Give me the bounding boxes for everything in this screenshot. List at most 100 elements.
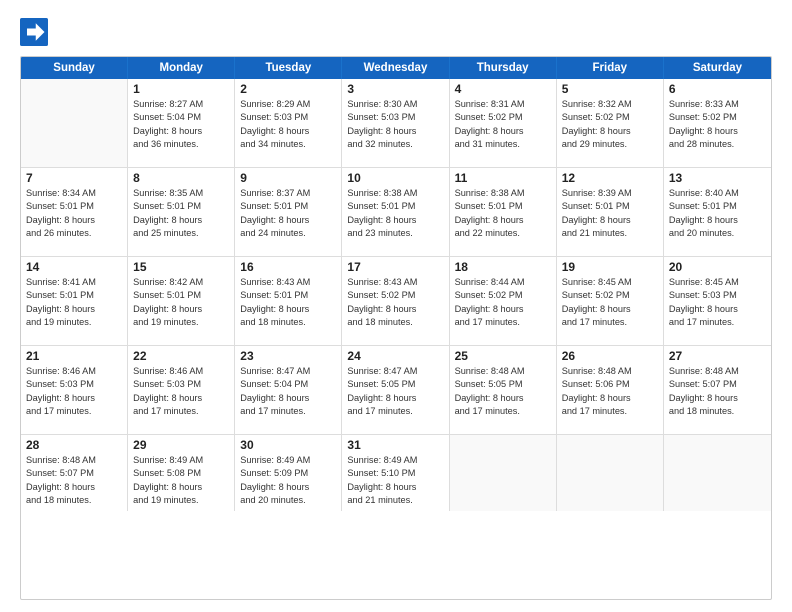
day-number: 18 bbox=[455, 260, 551, 274]
cell-line: Daylight: 8 hours bbox=[455, 392, 551, 405]
cell-line: Daylight: 8 hours bbox=[347, 303, 443, 316]
cell-line: Sunset: 5:01 PM bbox=[240, 289, 336, 302]
cell-line: and 28 minutes. bbox=[669, 138, 766, 151]
cell-line: Daylight: 8 hours bbox=[455, 214, 551, 227]
calendar-cell: 27Sunrise: 8:48 AMSunset: 5:07 PMDayligh… bbox=[664, 346, 771, 434]
day-number: 20 bbox=[669, 260, 766, 274]
cell-line: Sunrise: 8:46 AM bbox=[133, 365, 229, 378]
day-number: 30 bbox=[240, 438, 336, 452]
day-number: 1 bbox=[133, 82, 229, 96]
cell-line: and 34 minutes. bbox=[240, 138, 336, 151]
calendar-cell: 10Sunrise: 8:38 AMSunset: 5:01 PMDayligh… bbox=[342, 168, 449, 256]
day-number: 10 bbox=[347, 171, 443, 185]
cell-line: Sunrise: 8:27 AM bbox=[133, 98, 229, 111]
calendar-cell: 17Sunrise: 8:43 AMSunset: 5:02 PMDayligh… bbox=[342, 257, 449, 345]
cell-line: Sunrise: 8:34 AM bbox=[26, 187, 122, 200]
cell-line: Sunset: 5:09 PM bbox=[240, 467, 336, 480]
weekday-header: Thursday bbox=[450, 57, 557, 79]
cell-line: Sunrise: 8:49 AM bbox=[240, 454, 336, 467]
cell-line: Daylight: 8 hours bbox=[562, 125, 658, 138]
cell-line: Sunrise: 8:48 AM bbox=[26, 454, 122, 467]
cell-line: Sunrise: 8:49 AM bbox=[347, 454, 443, 467]
calendar-row: 7Sunrise: 8:34 AMSunset: 5:01 PMDaylight… bbox=[21, 168, 771, 257]
calendar-cell: 14Sunrise: 8:41 AMSunset: 5:01 PMDayligh… bbox=[21, 257, 128, 345]
cell-line: Daylight: 8 hours bbox=[240, 125, 336, 138]
day-number: 29 bbox=[133, 438, 229, 452]
cell-line: and 17 minutes. bbox=[455, 405, 551, 418]
day-number: 27 bbox=[669, 349, 766, 363]
day-number: 15 bbox=[133, 260, 229, 274]
calendar-row: 1Sunrise: 8:27 AMSunset: 5:04 PMDaylight… bbox=[21, 79, 771, 168]
calendar-cell: 19Sunrise: 8:45 AMSunset: 5:02 PMDayligh… bbox=[557, 257, 664, 345]
cell-line: Daylight: 8 hours bbox=[26, 392, 122, 405]
cell-line: Daylight: 8 hours bbox=[669, 214, 766, 227]
cell-line: and 17 minutes. bbox=[562, 405, 658, 418]
cell-line: Sunset: 5:01 PM bbox=[133, 200, 229, 213]
cell-line: and 17 minutes. bbox=[669, 316, 766, 329]
cell-line: Daylight: 8 hours bbox=[133, 481, 229, 494]
day-number: 12 bbox=[562, 171, 658, 185]
cell-line: and 24 minutes. bbox=[240, 227, 336, 240]
cell-line: and 26 minutes. bbox=[26, 227, 122, 240]
day-number: 3 bbox=[347, 82, 443, 96]
calendar-body: 1Sunrise: 8:27 AMSunset: 5:04 PMDaylight… bbox=[21, 79, 771, 511]
calendar-cell: 31Sunrise: 8:49 AMSunset: 5:10 PMDayligh… bbox=[342, 435, 449, 511]
cell-line: Sunrise: 8:43 AM bbox=[240, 276, 336, 289]
calendar-cell: 4Sunrise: 8:31 AMSunset: 5:02 PMDaylight… bbox=[450, 79, 557, 167]
cell-line: and 19 minutes. bbox=[133, 316, 229, 329]
cell-line: Daylight: 8 hours bbox=[347, 392, 443, 405]
cell-line: Sunset: 5:02 PM bbox=[562, 111, 658, 124]
calendar-cell: 18 Sunrise: 8:44 AMSunset: 5:02 PMDayligh… bbox=[450, 257, 557, 345]
calendar-cell: 28Sunrise: 8:48 AMSunset: 5:07 PMDayligh… bbox=[21, 435, 128, 511]
day-number: 26 bbox=[562, 349, 658, 363]
calendar-cell: 5Sunrise: 8:32 AMSunset: 5:02 PMDaylight… bbox=[557, 79, 664, 167]
weekday-header: Sunday bbox=[21, 57, 128, 79]
day-number: 31 bbox=[347, 438, 443, 452]
calendar-cell: 25Sunrise: 8:48 AMSunset: 5:05 PMDayligh… bbox=[450, 346, 557, 434]
calendar-cell: 26Sunrise: 8:48 AMSunset: 5:06 PMDayligh… bbox=[557, 346, 664, 434]
cell-line: Sunset: 5:08 PM bbox=[133, 467, 229, 480]
cell-line: and 17 minutes. bbox=[26, 405, 122, 418]
cell-line: Daylight: 8 hours bbox=[455, 303, 551, 316]
day-number: 21 bbox=[26, 349, 122, 363]
cell-line: Sunrise: 8:37 AM bbox=[240, 187, 336, 200]
calendar-cell: 13Sunrise: 8:40 AMSunset: 5:01 PMDayligh… bbox=[664, 168, 771, 256]
cell-line: Daylight: 8 hours bbox=[240, 481, 336, 494]
calendar-cell: 23Sunrise: 8:47 AMSunset: 5:04 PMDayligh… bbox=[235, 346, 342, 434]
calendar-cell: 15Sunrise: 8:42 AMSunset: 5:01 PMDayligh… bbox=[128, 257, 235, 345]
cell-line: Daylight: 8 hours bbox=[562, 214, 658, 227]
cell-line: and 25 minutes. bbox=[133, 227, 229, 240]
cell-line: Sunset: 5:01 PM bbox=[347, 200, 443, 213]
cell-line: Sunset: 5:01 PM bbox=[26, 200, 122, 213]
cell-line: Sunrise: 8:45 AM bbox=[669, 276, 766, 289]
cell-line: Sunset: 5:02 PM bbox=[347, 289, 443, 302]
weekday-header: Saturday bbox=[664, 57, 771, 79]
cell-line: Sunrise: 8:30 AM bbox=[347, 98, 443, 111]
cell-line: Sunrise: 8:35 AM bbox=[133, 187, 229, 200]
calendar-row: 14Sunrise: 8:41 AMSunset: 5:01 PMDayligh… bbox=[21, 257, 771, 346]
day-number: 19 bbox=[562, 260, 658, 274]
cell-line: Sunset: 5:02 PM bbox=[455, 289, 551, 302]
cell-line: and 21 minutes. bbox=[347, 494, 443, 507]
calendar-cell: 30 Sunrise: 8:49 AMSunset: 5:09 PMDayligh… bbox=[235, 435, 342, 511]
cell-line: and 20 minutes. bbox=[669, 227, 766, 240]
calendar-cell: 1Sunrise: 8:27 AMSunset: 5:04 PMDaylight… bbox=[128, 79, 235, 167]
cell-line: Sunset: 5:06 PM bbox=[562, 378, 658, 391]
day-number: 24 bbox=[347, 349, 443, 363]
cell-line: and 31 minutes. bbox=[455, 138, 551, 151]
cell-line: and 20 minutes. bbox=[240, 494, 336, 507]
cell-line: and 18 minutes. bbox=[347, 316, 443, 329]
cell-line: Daylight: 8 hours bbox=[455, 125, 551, 138]
day-number: 9 bbox=[240, 171, 336, 185]
cell-line: Sunrise: 8:44 AM bbox=[455, 276, 551, 289]
calendar-cell: 6Sunrise: 8:33 AMSunset: 5:02 PMDaylight… bbox=[664, 79, 771, 167]
calendar-cell bbox=[450, 435, 557, 511]
calendar-cell: 7Sunrise: 8:34 AMSunset: 5:01 PMDaylight… bbox=[21, 168, 128, 256]
day-number: 6 bbox=[669, 82, 766, 96]
calendar-cell: 20Sunrise: 8:45 AMSunset: 5:03 PMDayligh… bbox=[664, 257, 771, 345]
cell-line: and 17 minutes. bbox=[562, 316, 658, 329]
day-number: 22 bbox=[133, 349, 229, 363]
calendar-cell: 24Sunrise: 8:47 AMSunset: 5:05 PMDayligh… bbox=[342, 346, 449, 434]
calendar-cell: 12Sunrise: 8:39 AMSunset: 5:01 PMDayligh… bbox=[557, 168, 664, 256]
cell-line: Sunset: 5:02 PM bbox=[455, 111, 551, 124]
